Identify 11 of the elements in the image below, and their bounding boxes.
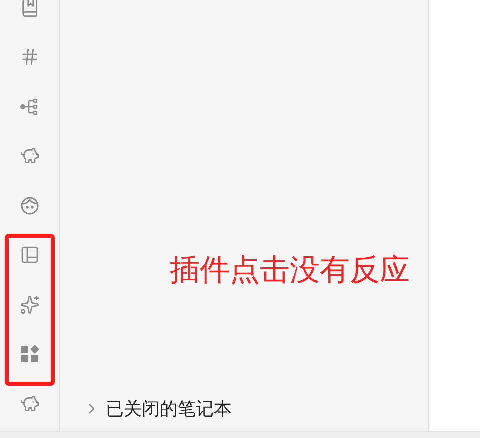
face-icon[interactable] — [20, 196, 40, 216]
sparkles-icon[interactable] — [20, 294, 40, 315]
tree-icon[interactable] — [20, 96, 40, 117]
piggy-bank-icon[interactable] — [20, 394, 40, 414]
layout-icon[interactable] — [20, 245, 40, 266]
annotation-text: 插件点击没有反应 — [170, 252, 410, 290]
hash-icon[interactable] — [20, 47, 40, 68]
bookmark-icon[interactable] — [20, 0, 40, 18]
piggy-bank-icon[interactable] — [20, 146, 40, 166]
apps-icon[interactable] — [20, 344, 40, 364]
closed-notebooks-label[interactable]: 已关闭的笔记本 — [106, 397, 232, 421]
